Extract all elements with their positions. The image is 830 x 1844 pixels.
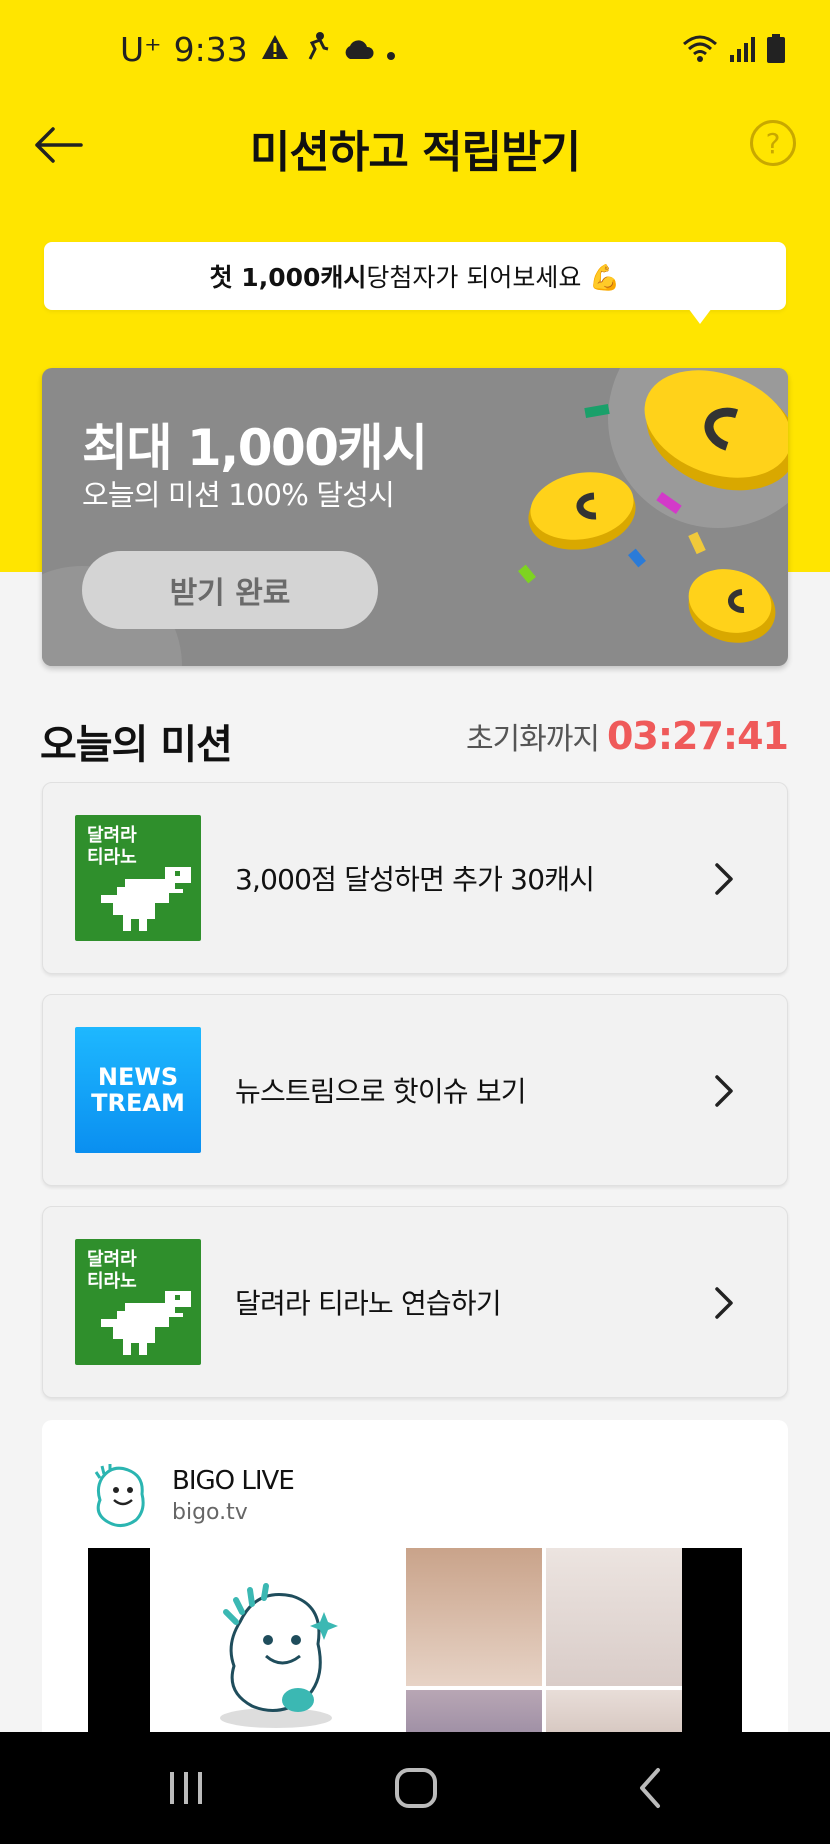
tirano-game-icon: 달려라 티라노 bbox=[75, 1239, 201, 1365]
ad-card[interactable]: BIGO LIVE bigo.tv bbox=[42, 1420, 788, 1750]
bigo-logo-icon bbox=[94, 1464, 145, 1527]
mission-item-newstream[interactable]: NEWS TREAM 뉴스트림으로 핫이슈 보기 bbox=[42, 994, 788, 1186]
mission-label: 3,000점 달성하면 추가 30캐시 bbox=[235, 863, 595, 896]
recents-button[interactable] bbox=[156, 1760, 216, 1816]
carrier-label: U⁺ bbox=[120, 30, 162, 69]
promo-title: 최대 1,000캐시 bbox=[82, 419, 428, 477]
coins-illustration bbox=[518, 370, 788, 643]
chevron-right-icon bbox=[715, 863, 733, 895]
back-nav-button[interactable] bbox=[620, 1760, 680, 1816]
section-title: 오늘의 미션 bbox=[40, 722, 233, 768]
help-button[interactable]: ? bbox=[750, 120, 796, 166]
newstream-icon: NEWS TREAM bbox=[75, 1027, 201, 1153]
ad-photo-grid bbox=[406, 1548, 682, 1750]
home-button[interactable] bbox=[386, 1760, 446, 1816]
chevron-right-icon bbox=[715, 1287, 733, 1319]
tooltip-tail bbox=[688, 308, 712, 324]
status-right bbox=[682, 34, 786, 68]
status-bar: U⁺ 9:33 bbox=[0, 0, 830, 100]
chevron-left-icon bbox=[640, 1768, 660, 1808]
promo-subtitle: 오늘의 미션 100% 달성시 bbox=[82, 478, 395, 512]
mission-item-tirano-practice[interactable]: 달려라 티라노 달려라 티라노 연습하기 bbox=[42, 1206, 788, 1398]
home-icon bbox=[395, 1768, 437, 1808]
dot-icon bbox=[386, 30, 396, 69]
mission-label: 달려라 티라노 연습하기 bbox=[235, 1287, 502, 1320]
bigo-mascot-illustration bbox=[220, 1583, 338, 1728]
ad-domain: bigo.tv bbox=[172, 1500, 248, 1525]
ad-advertiser-name: BIGO LIVE bbox=[172, 1466, 295, 1496]
mission-item-tirano-score[interactable]: 달려라 티라노 3,000점 달성하면 추가 30캐시 bbox=[42, 782, 788, 974]
cloud-icon bbox=[342, 30, 374, 69]
recents-icon bbox=[170, 1772, 202, 1804]
ad-photo bbox=[546, 1548, 682, 1686]
ad-media[interactable] bbox=[88, 1548, 742, 1750]
signal-icon bbox=[728, 35, 756, 67]
ad-mascot-panel bbox=[150, 1548, 406, 1750]
ad-photo bbox=[406, 1548, 542, 1686]
running-icon bbox=[302, 30, 330, 69]
status-left: U⁺ 9:33 bbox=[120, 30, 396, 69]
mission-label: 뉴스트림으로 핫이슈 보기 bbox=[235, 1075, 527, 1108]
wifi-icon bbox=[682, 34, 718, 68]
reset-label: 초기화까지 bbox=[465, 722, 600, 757]
app-header: 미션하고 적립받기 ? bbox=[0, 100, 830, 190]
reset-countdown: 03:27:41 bbox=[606, 714, 789, 758]
reset-timer: 초기화까지 03:27:41 bbox=[465, 714, 789, 758]
claim-complete-button[interactable]: 받기 완료 bbox=[82, 551, 378, 629]
reward-tooltip: 첫 1,000캐시 당첨자가 되어보세요 💪 bbox=[44, 242, 786, 310]
system-nav-bar bbox=[0, 1732, 830, 1844]
page-title: 미션하고 적립받기 bbox=[249, 127, 581, 178]
promo-card: 최대 1,000캐시 오늘의 미션 100% 달성시 받기 완료 bbox=[42, 368, 788, 666]
thumb-text: NEWS TREAM bbox=[75, 1027, 201, 1153]
tooltip-bold-text: 첫 1,000캐시 bbox=[209, 263, 367, 292]
clock: 9:33 bbox=[173, 30, 248, 69]
chevron-right-icon bbox=[715, 1075, 733, 1107]
tooltip-text: 당첨자가 되어보세요 💪 bbox=[366, 263, 621, 292]
warning-icon bbox=[260, 30, 290, 69]
tirano-game-icon: 달려라 티라노 bbox=[75, 815, 201, 941]
battery-icon bbox=[766, 34, 786, 68]
